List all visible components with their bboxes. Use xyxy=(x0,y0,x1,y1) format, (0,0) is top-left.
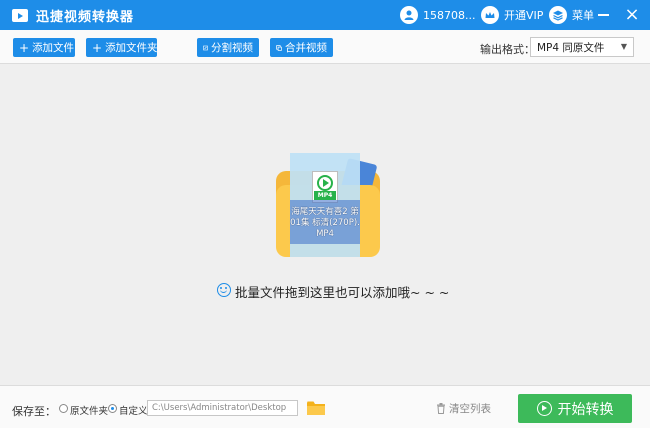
vip-label: 开通VIP xyxy=(504,9,544,22)
vip-button[interactable]: 开通VIP xyxy=(481,4,543,26)
merge-video-label: 合并视频 xyxy=(285,42,327,54)
vip-crown-icon xyxy=(481,6,499,24)
add-file-button[interactable]: + 添加文件 xyxy=(13,38,75,57)
drop-hint-text: 批量文件拖到这里也可以添加哦~ ~ ~ xyxy=(235,285,450,300)
add-folder-button[interactable]: + 添加文件夹 xyxy=(86,38,158,57)
split-icon xyxy=(203,45,208,50)
add-folder-label: 添加文件夹 xyxy=(105,42,158,54)
play-icon xyxy=(317,175,333,191)
user-name: 158708... xyxy=(423,8,476,22)
radio-custom[interactable] xyxy=(108,404,117,413)
user-avatar-icon xyxy=(400,6,418,24)
output-path-field[interactable]: C:\Users\Administrator\Desktop xyxy=(147,400,298,416)
split-video-button[interactable]: 分割视频 xyxy=(197,38,259,57)
title-bar: 迅捷视频转换器 158708... 开通VIP 菜单 × xyxy=(0,0,650,30)
app-logo-icon xyxy=(12,9,28,22)
toolbar: + 添加文件 + 添加文件夹 分割视频 合并视频 输出格式： MP4 同原文件 … xyxy=(0,30,650,64)
trash-icon xyxy=(437,403,445,414)
output-format-select[interactable]: MP4 同原文件 ▼ xyxy=(530,37,634,57)
app-title: 迅捷视频转换器 xyxy=(36,10,135,25)
menu-label: 菜单 xyxy=(572,9,594,22)
mp4-file-icon: MP4 xyxy=(312,171,338,203)
output-format-value: MP4 同原文件 xyxy=(537,41,605,54)
dropdown-arrow-icon: ▼ xyxy=(620,42,627,51)
user-account-button[interactable]: 158708... xyxy=(400,4,475,26)
bottom-bar: 保存至： 原文件夹 自定义 C:\Users\Administrator\Des… xyxy=(0,385,650,428)
clear-list-label: 清空列表 xyxy=(449,403,491,415)
radio-original-folder-label[interactable]: 原文件夹 xyxy=(70,403,108,417)
plus-icon: + xyxy=(92,40,103,55)
browse-folder-icon[interactable] xyxy=(306,400,326,416)
radio-original-folder[interactable] xyxy=(59,404,68,413)
output-format-label: 输出格式： xyxy=(480,43,535,56)
save-to-label: 保存至： xyxy=(12,405,56,418)
add-file-label: 添加文件 xyxy=(32,42,75,54)
dragged-file-name: 海尾天天有喜2 第01集 标清(270P).MP4 xyxy=(290,207,360,239)
menu-button[interactable]: 菜单 xyxy=(549,4,594,26)
merge-icon xyxy=(276,44,282,51)
play-circle-icon xyxy=(536,401,552,416)
close-button[interactable]: × xyxy=(622,5,642,25)
clear-list-button[interactable]: 清空列表 xyxy=(436,401,491,416)
file-drop-area[interactable]: MP4 海尾天天有喜2 第01集 标清(270P).MP4 批量文件拖到这里也可… xyxy=(0,65,650,385)
minimize-button[interactable] xyxy=(598,14,609,16)
smiley-icon xyxy=(217,283,231,297)
radio-custom-label[interactable]: 自定义 xyxy=(119,403,148,417)
plus-icon: + xyxy=(19,40,30,55)
mp4-badge: MP4 xyxy=(314,191,336,200)
merge-video-button[interactable]: 合并视频 xyxy=(270,38,333,57)
menu-layers-icon xyxy=(549,6,567,24)
start-convert-label: 开始转换 xyxy=(557,401,614,418)
split-video-label: 分割视频 xyxy=(211,42,253,54)
start-convert-button[interactable]: 开始转换 xyxy=(518,394,632,423)
